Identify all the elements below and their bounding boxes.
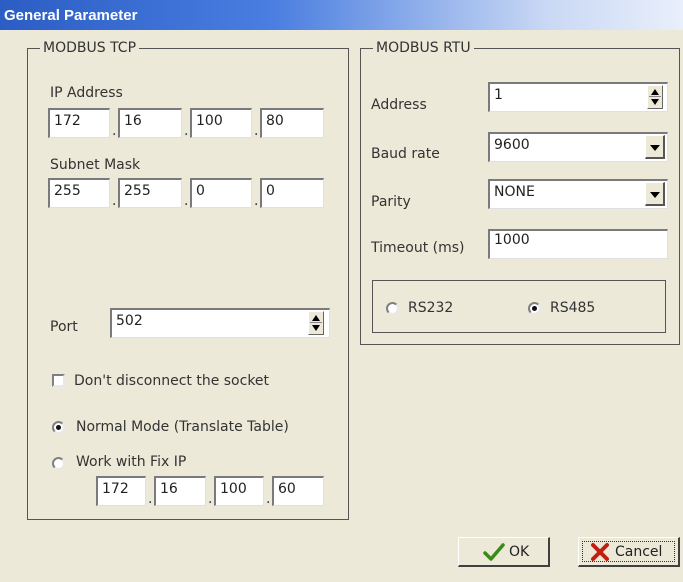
address-label: Address (371, 97, 427, 113)
modbus-rtu-legend: MODBUS RTU (373, 40, 474, 56)
ok-button[interactable]: OK (458, 537, 550, 567)
ip-octet-4[interactable]: 80 (260, 108, 324, 138)
fix-ip-dot: . (148, 491, 153, 507)
normal-mode-label[interactable]: Normal Mode (Translate Table) (76, 418, 289, 436)
subnet-octet-4[interactable]: 0 (260, 178, 324, 208)
fix-ip-octet-3[interactable]: 100 (214, 476, 264, 506)
spin-down-icon[interactable] (651, 99, 659, 105)
address-spinner[interactable] (647, 85, 663, 109)
subnet-dot: . (254, 193, 259, 209)
spin-up-icon[interactable] (651, 89, 659, 95)
modbus-tcp-legend: MODBUS TCP (40, 40, 140, 56)
ip-octet-2[interactable]: 16 (118, 108, 182, 138)
chevron-down-icon (650, 145, 660, 151)
fix-ip-label[interactable]: Work with Fix IP (76, 453, 186, 471)
subnet-dot: . (184, 193, 189, 209)
subnet-octet-1[interactable]: 255 (48, 178, 110, 208)
subnet-mask-label: Subnet Mask (50, 157, 141, 173)
baud-rate-label: Baud rate (371, 146, 440, 162)
dont-disconnect-label[interactable]: Don't disconnect the socket (74, 372, 269, 390)
ip-octet-3[interactable]: 100 (190, 108, 252, 138)
radio-selected-dot (56, 425, 61, 430)
ip-address-label: IP Address (50, 85, 123, 101)
ip-dot: . (184, 123, 189, 139)
port-input[interactable]: 502 (110, 308, 330, 338)
cancel-button[interactable]: Cancel (578, 537, 680, 567)
spin-down-icon[interactable] (312, 325, 320, 331)
ip-dot: . (112, 123, 117, 139)
ok-button-label: OK (509, 544, 530, 560)
baud-rate-dropdown-button[interactable] (645, 135, 665, 159)
checkmark-icon (483, 543, 505, 561)
rs485-radio[interactable] (528, 302, 541, 315)
subnet-octet-2[interactable]: 255 (118, 178, 182, 208)
normal-mode-radio[interactable] (52, 421, 65, 434)
fix-ip-dot: . (266, 491, 271, 507)
fix-ip-octet-1[interactable]: 172 (96, 476, 146, 506)
port-spinner[interactable] (308, 311, 324, 335)
rs485-label[interactable]: RS485 (550, 299, 595, 317)
parity-select[interactable]: NONE (488, 179, 668, 209)
parity-dropdown-button[interactable] (645, 182, 665, 206)
timeout-input[interactable]: 1000 (488, 229, 668, 259)
parity-label: Parity (371, 194, 411, 210)
ip-dot: . (254, 123, 259, 139)
subnet-dot: . (112, 193, 117, 209)
cancel-button-label: Cancel (615, 544, 663, 560)
fix-ip-octet-2[interactable]: 16 (154, 476, 206, 506)
fix-ip-octet-4[interactable]: 60 (272, 476, 324, 506)
rs232-radio[interactable] (386, 302, 399, 315)
dont-disconnect-checkbox[interactable] (52, 374, 65, 387)
rs232-label[interactable]: RS232 (408, 299, 453, 317)
baud-rate-select[interactable]: 9600 (488, 132, 668, 162)
fix-ip-radio[interactable] (52, 457, 65, 470)
timeout-label: Timeout (ms) (371, 240, 465, 256)
ip-octet-1[interactable]: 172 (48, 108, 110, 138)
fix-ip-dot: . (208, 491, 213, 507)
title-bar: General Parameter (0, 0, 683, 30)
radio-selected-dot (532, 306, 537, 311)
spin-up-icon[interactable] (312, 315, 320, 321)
chevron-down-icon (650, 192, 660, 198)
port-label: Port (50, 319, 78, 335)
x-icon (591, 543, 609, 561)
subnet-octet-3[interactable]: 0 (190, 178, 252, 208)
address-input[interactable]: 1 (488, 82, 668, 112)
window-title: General Parameter (4, 7, 138, 24)
